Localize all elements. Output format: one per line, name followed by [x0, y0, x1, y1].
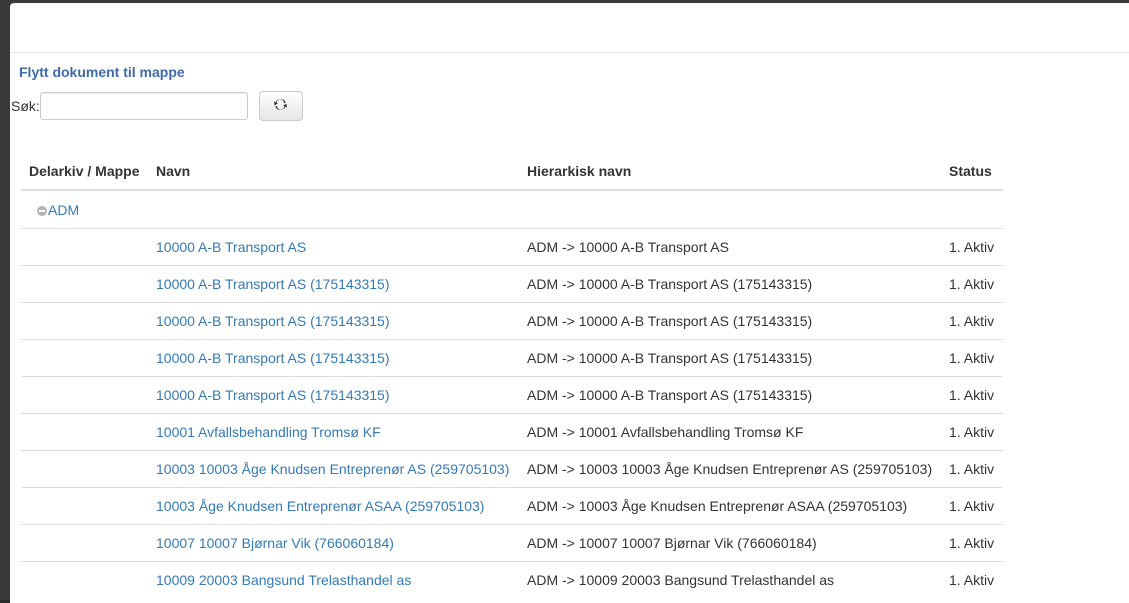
delarkiv-cell — [21, 376, 148, 414]
hierarkisk-navn-cell: ADM -> 10000 A-B Transport AS (175143315… — [519, 265, 941, 303]
hierarkisk-navn-cell: ADM -> 10000 A-B Transport AS — [519, 228, 941, 266]
status-cell: 1. Aktiv — [941, 487, 1003, 525]
table-row[interactable]: 10000 A-B Transport AS (175143315) ADM ->… — [21, 376, 1003, 414]
hierarkisk-navn-cell: ADM -> 10000 A-B Transport AS (175143315… — [519, 302, 941, 340]
status-cell: 1. Aktiv — [941, 265, 1003, 303]
hierarkisk-navn-cell: ADM -> 10000 A-B Transport AS (175143315… — [519, 376, 941, 414]
navn-cell: 10003 Åge Knudsen Entreprenør ASAA (2597… — [148, 487, 519, 525]
status-cell: 1. Aktiv — [941, 339, 1003, 377]
folder-link[interactable]: 10007 10007 Bjørnar Vik (766060184) — [156, 535, 394, 551]
column-header-hierarkisk-navn[interactable]: Hierarkisk navn — [519, 153, 941, 191]
group-row-adm: ADM — [21, 190, 1003, 229]
column-header-delarkiv[interactable]: Delarkiv / Mappe — [21, 153, 148, 191]
column-header-status[interactable]: Status — [941, 153, 1003, 191]
status-cell: 1. Aktiv — [941, 302, 1003, 340]
table-row[interactable]: 10009 20003 Bangsund Trelasthandel as ADM… — [21, 561, 1003, 598]
refresh-icon — [273, 97, 288, 115]
table-row[interactable]: 10000 A-B Transport AS (175143315) ADM ->… — [21, 339, 1003, 377]
move-document-dialog: Flytt dokument til mappe Søk: Delarkiv /… — [10, 3, 1129, 603]
navn-cell: 10000 A-B Transport AS (175143315) — [148, 302, 519, 340]
delarkiv-cell — [21, 228, 148, 266]
table-row[interactable]: 10003 Åge Knudsen Entreprenør ASAA (2597… — [21, 487, 1003, 525]
delarkiv-cell — [21, 487, 148, 525]
delarkiv-cell — [21, 561, 148, 598]
navn-cell: 10001 Avfallsbehandling Tromsø KF — [148, 413, 519, 451]
hierarkisk-navn-cell: ADM -> 10001 Avfallsbehandling Tromsø KF — [519, 413, 941, 451]
status-cell: 1. Aktiv — [941, 228, 1003, 266]
table-row[interactable]: 10001 Avfallsbehandling Tromsø KF ADM -> … — [21, 413, 1003, 451]
navn-cell: 10000 A-B Transport AS (175143315) — [148, 376, 519, 414]
search-input[interactable] — [39, 92, 248, 120]
folder-link[interactable]: 10000 A-B Transport AS (175143315) — [156, 350, 390, 366]
group-cell: ADM — [21, 190, 1003, 229]
status-cell: 1. Aktiv — [941, 413, 1003, 451]
navn-cell: 10003 10003 Åge Knudsen Entreprenør AS (… — [148, 450, 519, 488]
table-row[interactable]: 10000 A-B Transport AS (175143315) ADM ->… — [21, 302, 1003, 340]
folder-link[interactable]: 10001 Avfallsbehandling Tromsø KF — [156, 424, 381, 440]
navn-cell: 10000 A-B Transport AS (175143315) — [148, 339, 519, 377]
delarkiv-cell — [21, 413, 148, 451]
navn-cell: 10007 10007 Bjørnar Vik (766060184) — [148, 524, 519, 562]
status-cell: 1. Aktiv — [941, 450, 1003, 488]
status-cell: 1. Aktiv — [941, 561, 1003, 598]
dialog-title: Flytt dokument til mappe — [19, 64, 185, 80]
folder-link[interactable]: 10003 Åge Knudsen Entreprenør ASAA (2597… — [156, 498, 484, 514]
folder-link[interactable]: 10000 A-B Transport AS (175143315) — [156, 387, 390, 403]
refresh-button[interactable] — [258, 91, 303, 121]
delarkiv-cell — [21, 265, 148, 303]
collapse-minus-icon[interactable] — [37, 205, 47, 216]
hierarkisk-navn-cell: ADM -> 10007 10007 Bjørnar Vik (76606018… — [519, 524, 941, 562]
folder-link[interactable]: 10003 10003 Åge Knudsen Entreprenør AS (… — [156, 461, 509, 477]
search-row: Søk: — [11, 91, 303, 121]
group-toggle[interactable]: ADM — [37, 202, 79, 218]
table-header-row: Delarkiv / Mappe Navn Hierarkisk navn St… — [21, 153, 1003, 191]
column-header-navn[interactable]: Navn — [148, 153, 519, 191]
folder-link[interactable]: 10000 A-B Transport AS — [156, 239, 306, 255]
navn-cell: 10009 20003 Bangsund Trelasthandel as — [148, 561, 519, 598]
hierarkisk-navn-cell: ADM -> 10009 20003 Bangsund Trelasthande… — [519, 561, 941, 598]
delarkiv-cell — [21, 339, 148, 377]
table-row[interactable]: 10007 10007 Bjørnar Vik (766060184) ADM -… — [21, 524, 1003, 562]
folder-link[interactable]: 10000 A-B Transport AS (175143315) — [156, 276, 390, 292]
group-link-adm[interactable]: ADM — [48, 202, 79, 218]
table-row[interactable]: 10003 10003 Åge Knudsen Entreprenør AS (… — [21, 450, 1003, 488]
table-row[interactable]: 10000 A-B Transport AS (175143315) ADM ->… — [21, 265, 1003, 303]
status-cell: 1. Aktiv — [941, 524, 1003, 562]
dialog-header — [10, 3, 1129, 53]
folder-link[interactable]: 10009 20003 Bangsund Trelasthandel as — [156, 572, 411, 588]
hierarkisk-navn-cell: ADM -> 10003 Åge Knudsen Entreprenør ASA… — [519, 487, 941, 525]
delarkiv-cell — [21, 524, 148, 562]
navn-cell: 10000 A-B Transport AS — [148, 228, 519, 266]
folder-table: Delarkiv / Mappe Navn Hierarkisk navn St… — [21, 153, 1003, 598]
navn-cell: 10000 A-B Transport AS (175143315) — [148, 265, 519, 303]
hierarkisk-navn-cell: ADM -> 10003 10003 Åge Knudsen Entrepren… — [519, 450, 941, 488]
delarkiv-cell — [21, 302, 148, 340]
hierarkisk-navn-cell: ADM -> 10000 A-B Transport AS (175143315… — [519, 339, 941, 377]
table-row[interactable]: 10000 A-B Transport AS ADM -> 10000 A-B T… — [21, 228, 1003, 266]
status-cell: 1. Aktiv — [941, 376, 1003, 414]
delarkiv-cell — [21, 450, 148, 488]
search-label: Søk: — [11, 98, 40, 114]
folder-link[interactable]: 10000 A-B Transport AS (175143315) — [156, 313, 390, 329]
